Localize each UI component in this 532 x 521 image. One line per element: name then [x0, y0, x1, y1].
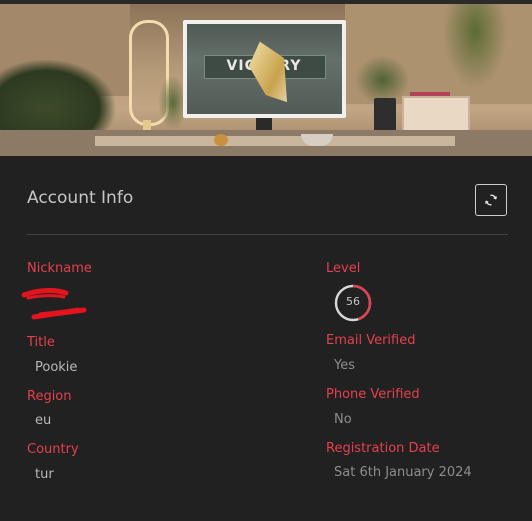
nickname-label: Nickname	[27, 261, 92, 276]
redaction-scribble	[21, 288, 87, 320]
email-verified-value: Yes	[334, 358, 355, 373]
banner-desk-top	[95, 136, 455, 146]
banner-image: VICTORY	[0, 0, 532, 156]
banner-ivy-plant	[440, 4, 510, 94]
level-label: Level	[326, 261, 361, 276]
refresh-button[interactable]	[475, 184, 507, 216]
phone-verified-value: No	[334, 412, 352, 427]
level-value: 56	[346, 295, 360, 308]
banner-pen-holder	[374, 98, 396, 132]
region-label: Region	[27, 389, 72, 404]
title-label: Title	[27, 335, 55, 350]
header-divider	[27, 234, 508, 235]
country-value: tur	[35, 467, 54, 482]
country-label: Country	[27, 442, 79, 457]
region-value: eu	[35, 413, 52, 428]
registration-date-label: Registration Date	[326, 441, 440, 456]
banner-plant-left	[0, 60, 115, 140]
refresh-icon	[485, 194, 497, 206]
phone-verified-label: Phone Verified	[326, 387, 420, 402]
registration-date-value: Sat 6th January 2024	[334, 465, 472, 480]
banner-fruit	[214, 134, 228, 146]
email-verified-label: Email Verified	[326, 333, 416, 348]
title-value: Pookie	[35, 360, 78, 375]
panel-title: Account Info	[27, 188, 134, 208]
